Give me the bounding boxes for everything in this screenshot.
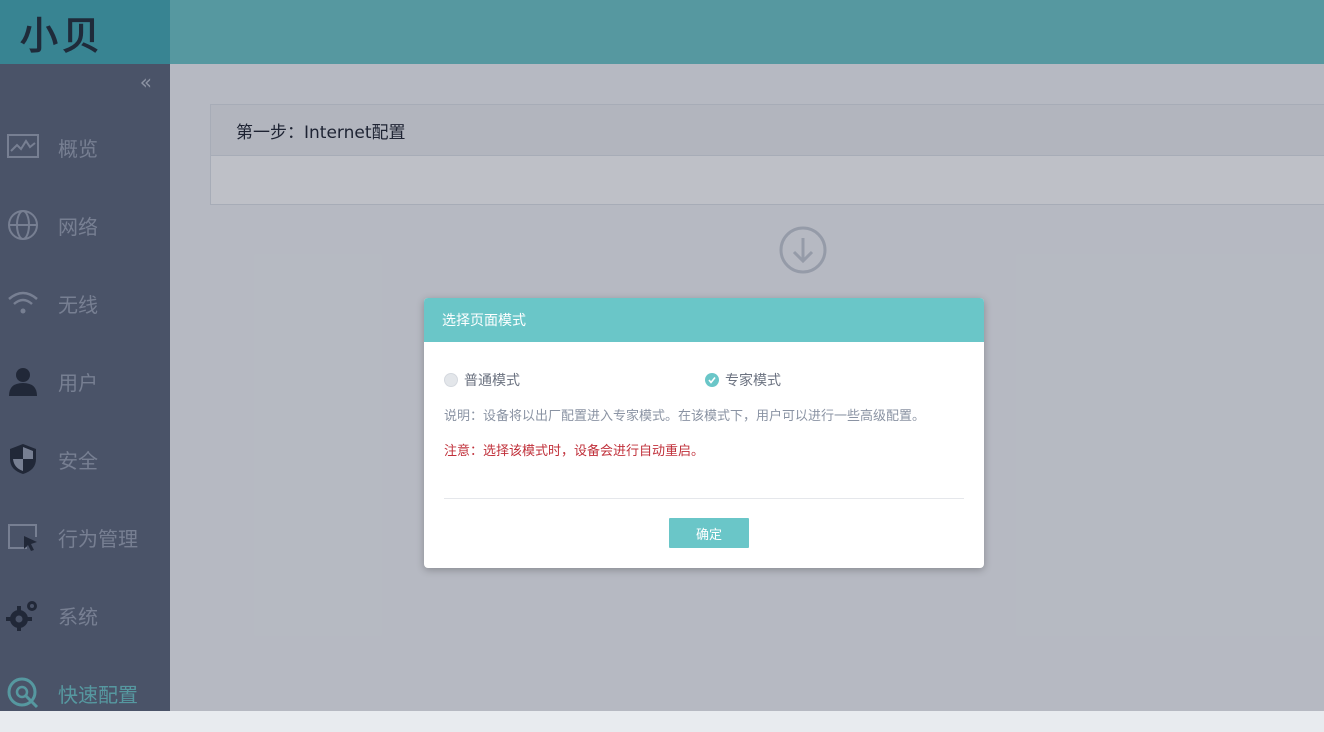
normal-mode-label: 普通模式 — [464, 373, 520, 389]
confirm-button[interactable]: 确定 — [669, 518, 749, 548]
mode-radio-group: 普通模式 专家模式 — [444, 370, 964, 390]
radio-checked-icon[interactable] — [705, 373, 719, 387]
normal-mode-option[interactable]: 普通模式 — [444, 370, 520, 390]
radio-unchecked-icon[interactable] — [444, 373, 458, 387]
dialog-title: 选择页面模式 — [424, 298, 984, 342]
expert-mode-label: 专家模式 — [725, 373, 781, 389]
mode-select-dialog: 选择页面模式 普通模式 专家模式 说明：设备将以出厂配置进入专家模式。在该模式下… — [424, 298, 984, 568]
expert-mode-option[interactable]: 专家模式 — [705, 370, 781, 390]
mode-description: 说明：设备将以出厂配置进入专家模式。在该模式下，用户可以进行一些高级配置。 — [444, 409, 926, 424]
dialog-divider — [444, 498, 964, 499]
warning-note: 注意：选择该模式时，设备会进行自动重启。 — [444, 444, 705, 459]
